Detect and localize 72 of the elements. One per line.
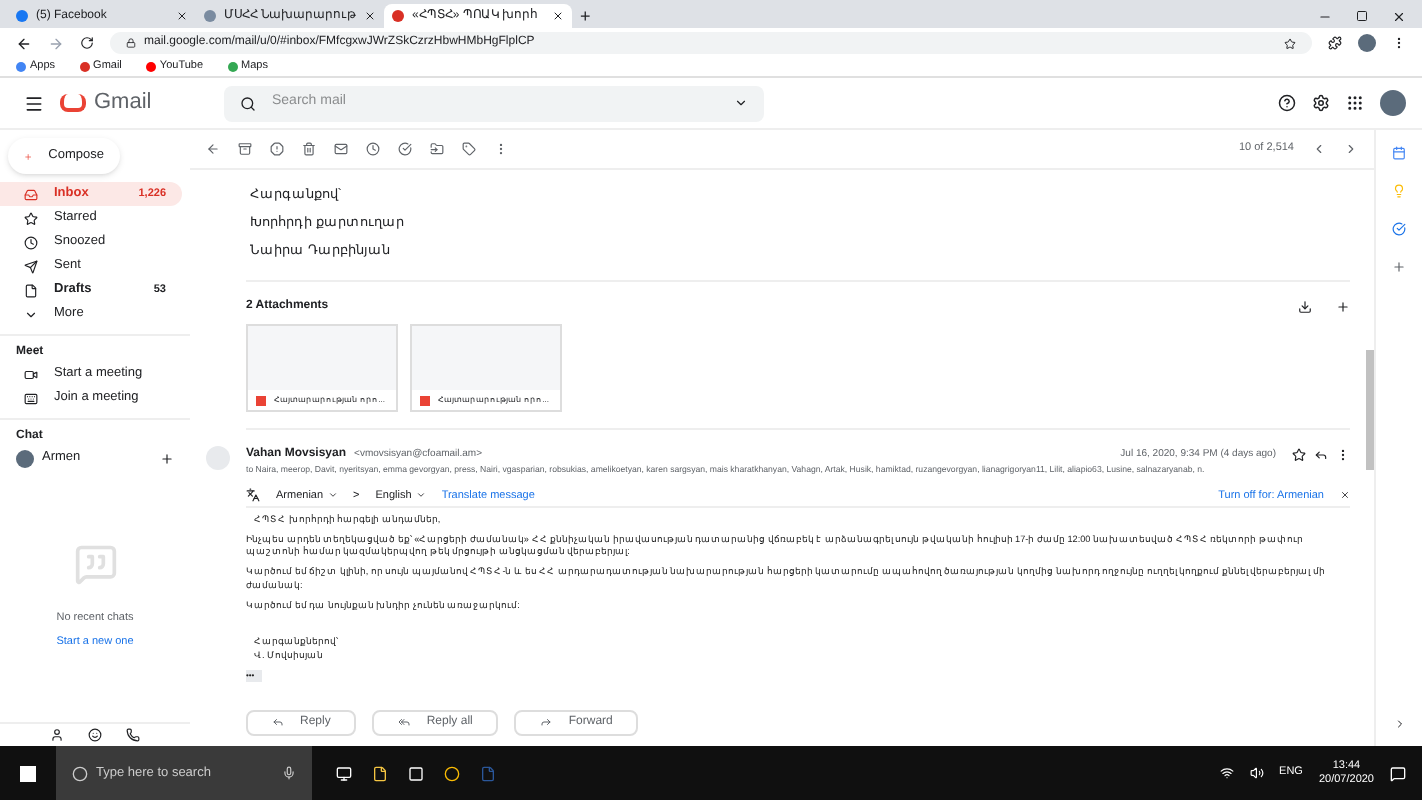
bookmark-star-icon[interactable] (1284, 37, 1296, 49)
action-icon (272, 716, 284, 729)
action-icon (398, 716, 411, 729)
keyboard-icon (24, 391, 38, 405)
mail-icon[interactable] (334, 142, 348, 156)
phone-icon[interactable] (126, 728, 140, 742)
settings-icon[interactable] (1312, 94, 1330, 112)
tasks-icon[interactable] (1392, 222, 1406, 236)
mic-icon (282, 766, 296, 780)
avatar-icon (1358, 34, 1376, 52)
extension-icon[interactable] (1328, 36, 1342, 50)
add-to-drive-icon[interactable] (1336, 300, 1350, 315)
reply-icon[interactable] (1314, 448, 1328, 463)
cortana-icon (72, 765, 88, 781)
clock-icon[interactable] (366, 142, 380, 156)
delete-icon[interactable] (302, 142, 316, 156)
caret-icon (327, 490, 338, 501)
apps-icon[interactable] (1346, 94, 1364, 112)
favicon-icon (392, 10, 404, 22)
task-view-icon[interactable] (336, 765, 352, 781)
next-icon[interactable] (1344, 142, 1358, 156)
scrollbar-thumb[interactable] (1366, 350, 1374, 470)
close-icon[interactable] (1392, 10, 1406, 24)
star-icon (24, 211, 38, 225)
add-task-icon[interactable] (398, 142, 412, 156)
favicon-icon (204, 10, 216, 22)
reload-icon[interactable] (80, 36, 94, 50)
new-tab-button[interactable]: + (572, 4, 599, 28)
label-icon[interactable] (462, 142, 476, 156)
notifications-icon[interactable] (1390, 765, 1406, 781)
person-icon[interactable] (50, 728, 64, 742)
translate-icon (246, 488, 260, 503)
volume-icon[interactable] (1249, 766, 1264, 780)
m-logo-icon (60, 94, 86, 112)
move-icon[interactable] (430, 142, 444, 156)
menu-icon[interactable] (24, 93, 44, 113)
add-icon[interactable] (160, 451, 174, 465)
back-icon[interactable] (16, 35, 32, 51)
download-icon[interactable] (1298, 300, 1312, 315)
avatar-icon (16, 449, 34, 467)
menu-icon[interactable] (1392, 36, 1406, 50)
close-icon[interactable] (552, 10, 564, 22)
lock-icon (126, 38, 136, 48)
app-icon[interactable] (408, 765, 424, 781)
previous-icon[interactable] (1312, 142, 1326, 156)
avatar-icon (1380, 90, 1406, 116)
clock-icon (24, 235, 38, 249)
close-icon[interactable] (364, 10, 376, 22)
send-icon (24, 259, 38, 273)
maximize-icon[interactable] (1356, 10, 1368, 22)
archive-icon[interactable] (238, 142, 252, 156)
spam-icon[interactable] (270, 142, 284, 156)
add-icon[interactable] (1392, 260, 1406, 274)
more-icon[interactable] (1336, 448, 1350, 463)
inbox-icon (24, 187, 38, 201)
favicon-icon (16, 10, 28, 22)
expand-icon[interactable] (1393, 718, 1405, 730)
star-icon[interactable] (1292, 448, 1306, 463)
file-icon (24, 283, 38, 297)
gmail-logo[interactable]: Gmail (60, 86, 200, 120)
minimize-icon[interactable] (1318, 10, 1332, 24)
network-icon[interactable] (1219, 766, 1234, 780)
action-icon (540, 716, 553, 729)
video-icon (24, 367, 38, 381)
search-icon (240, 95, 256, 111)
calendar-icon[interactable] (1392, 146, 1406, 160)
chat-bubble-icon (73, 541, 117, 586)
more-icon (24, 307, 38, 321)
close-icon[interactable] (176, 10, 188, 22)
dropdown-icon[interactable] (734, 96, 748, 110)
caret-icon (415, 490, 426, 501)
help-icon[interactable] (1278, 94, 1296, 112)
